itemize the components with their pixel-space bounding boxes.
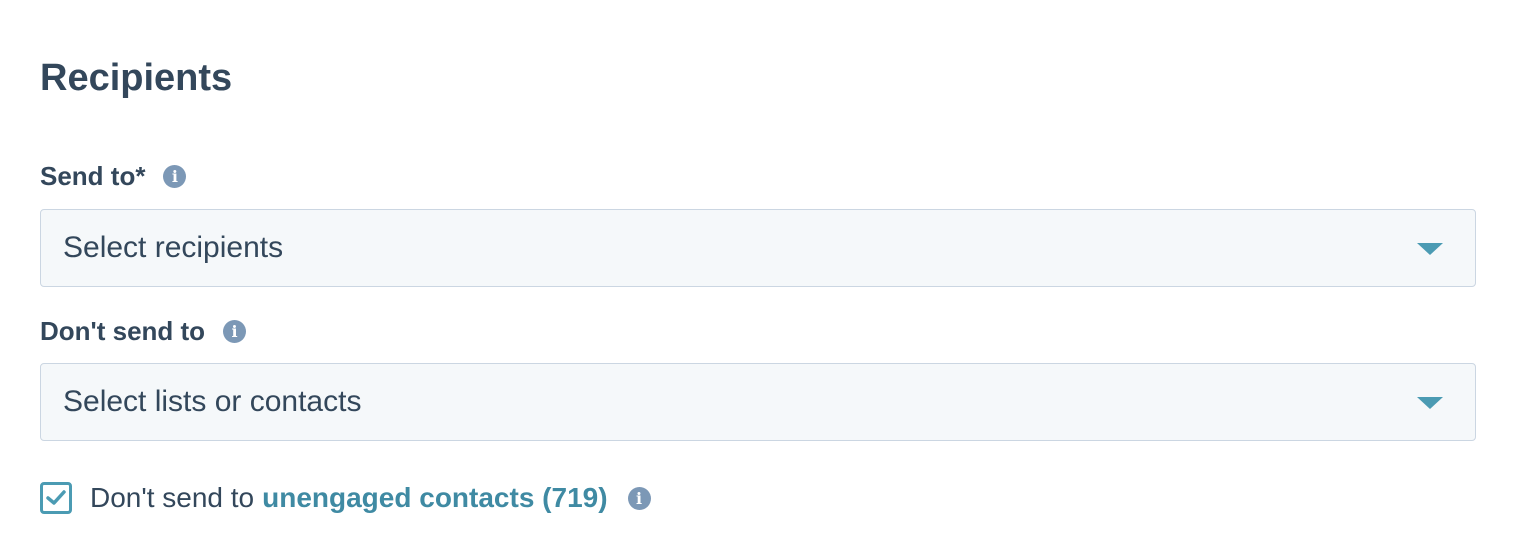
section-title: Recipients bbox=[40, 57, 233, 99]
unengaged-contacts-link[interactable]: unengaged contacts (719) bbox=[262, 478, 607, 518]
send-to-select[interactable]: Select recipients bbox=[40, 209, 1476, 287]
dont-send-to-label-row: Don't send to i bbox=[40, 313, 247, 349]
dont-send-to-placeholder: Select lists or contacts bbox=[63, 385, 362, 418]
unengaged-contacts-checkbox[interactable] bbox=[40, 482, 72, 514]
unengaged-contacts-info-icon[interactable]: i bbox=[627, 486, 651, 510]
send-to-caret-down-icon bbox=[1417, 243, 1443, 255]
unengaged-contacts-row: Don't send to unengaged contacts (719) i bbox=[40, 478, 651, 518]
dont-send-to-select[interactable]: Select lists or contacts bbox=[40, 363, 1476, 441]
send-to-placeholder: Select recipients bbox=[63, 231, 284, 264]
dont-send-to-info-icon[interactable]: i bbox=[223, 319, 247, 343]
send-to-label-row: Send to* i bbox=[40, 158, 187, 194]
send-to-label: Send to* bbox=[40, 161, 146, 191]
dont-send-to-label: Don't send to bbox=[40, 316, 206, 346]
send-to-info-icon[interactable]: i bbox=[163, 164, 187, 188]
unengaged-contacts-text: Don't send to bbox=[90, 482, 255, 513]
dont-send-to-caret-down-icon bbox=[1417, 397, 1443, 409]
checkmark-icon bbox=[46, 490, 66, 505]
